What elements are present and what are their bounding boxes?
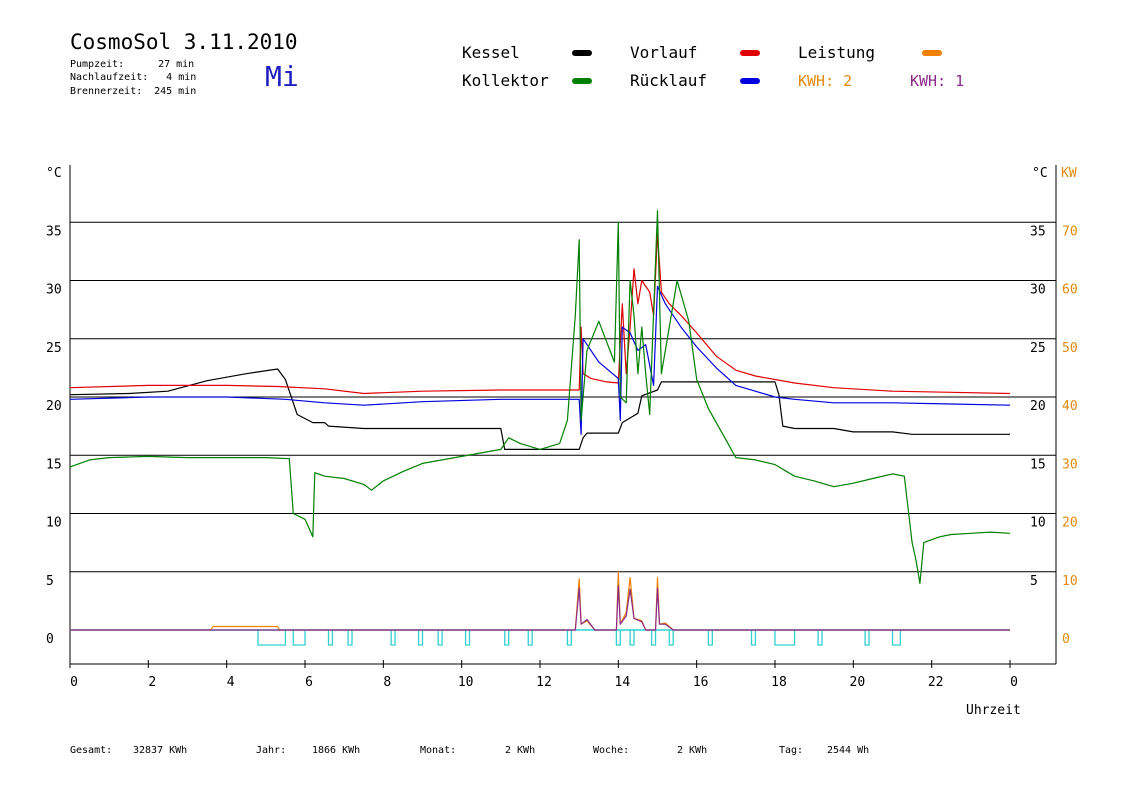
y2-tick-label: 50 [1062, 341, 1078, 356]
y2-tick-label: 20 [1062, 516, 1078, 531]
y-right-tick-label: 25 [1030, 341, 1046, 356]
x-tick-label: 2 [148, 675, 156, 690]
x-tick-label: 10 [458, 675, 474, 690]
x-axis-title: Uhrzeit [966, 703, 1021, 718]
series-kessel [69, 368, 1010, 450]
pump-interval-mark [774, 630, 796, 646]
pump-interval-mark [891, 630, 901, 646]
pump-interval-mark [327, 630, 334, 646]
x-tick-label: 16 [693, 675, 709, 690]
footer-woche-value: 2 KWh [677, 745, 708, 756]
footer-woche-label: Woche: [593, 745, 630, 756]
pump-interval-mark [750, 630, 757, 646]
pump-interval-mark [347, 630, 353, 646]
x-tick-label: 8 [383, 675, 391, 690]
y2-tick-label: 60 [1062, 283, 1078, 298]
series-r-cklauf [69, 285, 1011, 435]
pump-interval-mark [864, 630, 870, 646]
y2-tick-label: 10 [1062, 574, 1078, 589]
temperature-chart: 0510152025303551015202530350102030405060… [46, 165, 1078, 718]
pump-interval-mark [527, 630, 533, 646]
y2-tick-label: 0 [1062, 632, 1070, 647]
pump-interval-mark [650, 630, 657, 646]
footer-gesamt-value: 32837 KWh [133, 745, 188, 756]
pump-interval-mark [417, 630, 424, 646]
x-tick-label: 20 [850, 675, 866, 690]
footer-monat-value: 2 KWh [505, 745, 536, 756]
y-tick-label: 0 [46, 632, 54, 647]
x-tick-label: 18 [771, 675, 787, 690]
series-vorlauf [69, 233, 1011, 395]
y-right-tick-label: 5 [1030, 574, 1038, 589]
x-tick-label: 0 [70, 675, 78, 690]
pump-interval-mark [615, 630, 621, 646]
y-tick-label: 10 [46, 516, 62, 531]
footer-tag-label: Tag: [779, 745, 804, 756]
pump-interval-mark [566, 630, 572, 646]
footer-jahr-label: Jahr: [256, 745, 287, 756]
pump-interval-mark [629, 630, 635, 646]
pump-interval-mark [257, 630, 287, 646]
x-tick-label: 14 [615, 675, 631, 690]
footer-jahr-value: 1866 KWh [312, 745, 361, 756]
pump-interval-mark [668, 630, 674, 646]
x-tick-label: 4 [227, 675, 235, 690]
footer-tag-value: 2544 Wh [827, 745, 870, 756]
pump-interval-mark [707, 630, 713, 646]
series-kwh-1 [70, 585, 1010, 631]
series-leistung [70, 571, 1010, 631]
y2-tick-label: 70 [1062, 224, 1078, 239]
pump-interval-mark [390, 630, 396, 646]
y-tick-label: 15 [46, 457, 62, 472]
y-tick-label: 25 [46, 341, 62, 356]
y2-tick-label: 30 [1062, 457, 1078, 472]
x-tick-label: 12 [536, 675, 552, 690]
pump-interval-mark [464, 630, 471, 646]
y-right-unit-label: °C [1032, 166, 1048, 181]
x-tick-label: 22 [928, 675, 944, 690]
y-right-tick-label: 35 [1030, 224, 1046, 239]
y-right-tick-label: 20 [1030, 399, 1046, 414]
y2-tick-label: 40 [1062, 399, 1078, 414]
y-right-tick-label: 15 [1030, 457, 1046, 472]
pump-interval-mark [292, 630, 306, 646]
pump-interval-mark [437, 630, 443, 646]
x-tick-label: 6 [305, 675, 313, 690]
y-tick-label: 35 [46, 224, 62, 239]
x-tick-label: 0 [1010, 675, 1018, 690]
y-tick-label: 30 [46, 283, 62, 298]
footer-monat-label: Monat: [420, 745, 457, 756]
y-tick-label: 20 [46, 399, 62, 414]
y-left-unit-label: °C [46, 166, 62, 181]
pump-interval-mark [817, 630, 823, 646]
y-right-tick-label: 10 [1030, 516, 1046, 531]
y-right-tick-label: 30 [1030, 283, 1046, 298]
pump-interval-mark [504, 630, 510, 646]
y2-unit-label: KW [1061, 166, 1077, 181]
y-tick-label: 5 [46, 574, 54, 589]
footer-gesamt-label: Gesamt: [70, 745, 113, 756]
